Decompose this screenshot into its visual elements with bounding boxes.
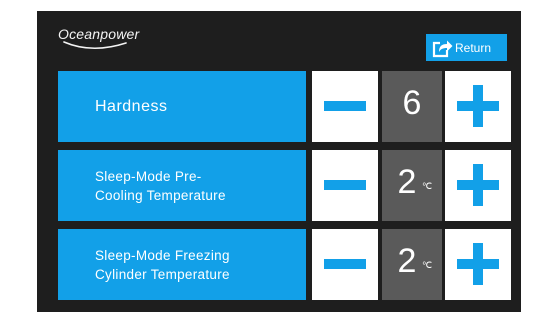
setting-label: Sleep-Mode Freezing Cylinder Temperature [95,247,230,282]
control-panel-screen: Oceanpower Return Hardness 6 Sleep-Mode … [37,11,521,312]
pre-cooling-temperature-value-display: 2 ℃ [382,150,442,221]
return-label: Return [455,40,492,55]
minus-icon [324,101,366,111]
setting-row-pre-cooling-temperature: Sleep-Mode Pre- Cooling Temperature 2 ℃ [58,150,511,221]
setting-row-freezing-cylinder-temperature: Sleep-Mode Freezing Cylinder Temperature… [58,229,511,300]
decrease-pre-cooling-temperature-button[interactable] [312,150,378,221]
setting-unit: ℃ [422,260,433,270]
setting-label-box: Hardness [58,71,306,142]
freezing-cylinder-temperature-value-display: 2 ℃ [382,229,442,300]
setting-row-hardness: Hardness 6 [58,71,511,142]
logo-swoosh [63,41,127,50]
decrease-freezing-cylinder-temperature-button[interactable] [312,229,378,300]
setting-label-box: Sleep-Mode Pre- Cooling Temperature [58,150,306,221]
setting-value: 6 [402,84,422,122]
setting-unit: ℃ [422,181,433,191]
setting-label-box: Sleep-Mode Freezing Cylinder Temperature [58,229,306,300]
increase-hardness-button[interactable] [445,71,511,142]
hardness-value-display: 6 [382,71,442,142]
return-button[interactable]: Return [426,34,507,61]
minus-icon [324,259,366,269]
oceanpower-logo: Oceanpower [58,26,148,56]
increase-freezing-cylinder-temperature-button[interactable] [445,229,511,300]
setting-label: Hardness [95,98,168,115]
decrease-hardness-button[interactable] [312,71,378,142]
increase-pre-cooling-temperature-button[interactable] [445,150,511,221]
minus-icon [324,180,366,190]
share-arrow-icon [431,38,453,58]
setting-label: Sleep-Mode Pre- Cooling Temperature [95,168,226,203]
